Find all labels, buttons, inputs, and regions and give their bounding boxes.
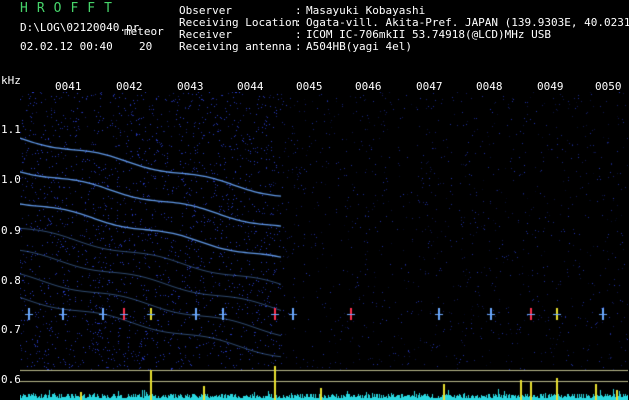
- x-tick: 0044: [237, 80, 264, 93]
- antenna-label: Receiving antenna: [179, 40, 292, 53]
- x-tick: 0041: [55, 80, 82, 93]
- y-tick: 0.9: [1, 224, 21, 237]
- y-tick: 1.1: [1, 123, 21, 136]
- x-tick: 0049: [537, 80, 564, 93]
- x-tick: 0046: [355, 80, 382, 93]
- antenna-colon: :: [295, 40, 302, 53]
- timestamp: 02.02.12 00:40: [20, 40, 113, 53]
- observer-label: Observer: [179, 4, 232, 17]
- x-tick: 0042: [116, 80, 143, 93]
- x-tick: 0048: [476, 80, 503, 93]
- observer-value: Masayuki Kobayashi: [306, 4, 426, 17]
- antenna-value: A504HB(yagi 4el): [306, 40, 412, 53]
- receiver-value: ICOM IC-706mkII 53.74918(@LCD)MHz USB: [306, 28, 552, 41]
- y-tick: 0.7: [1, 323, 21, 336]
- meteor-label: meteor: [124, 25, 164, 38]
- meteor-count: 20: [139, 40, 153, 53]
- receiver-label: Receiver: [179, 28, 232, 41]
- file-path: D:\LOG\02120040.pr: [20, 21, 140, 34]
- x-tick: 0047: [416, 80, 443, 93]
- y-tick: 0.6: [1, 373, 21, 386]
- receiver-colon: :: [295, 28, 302, 41]
- y-tick: 0.8: [1, 274, 21, 287]
- location-label: Receiving Location: [179, 16, 299, 29]
- y-axis-unit: kHz: [1, 74, 21, 87]
- app-title: HROFFT: [20, 1, 121, 16]
- spectrogram: [20, 92, 628, 400]
- x-tick: 0050: [595, 80, 622, 93]
- x-tick: 0043: [177, 80, 204, 93]
- y-tick: 1.0: [1, 173, 21, 186]
- x-tick: 0045: [296, 80, 323, 93]
- observer-colon: :: [295, 4, 302, 17]
- location-value: Ogata-vill. Akita-Pref. JAPAN (139.9303E…: [306, 16, 629, 29]
- location-colon: :: [295, 16, 302, 29]
